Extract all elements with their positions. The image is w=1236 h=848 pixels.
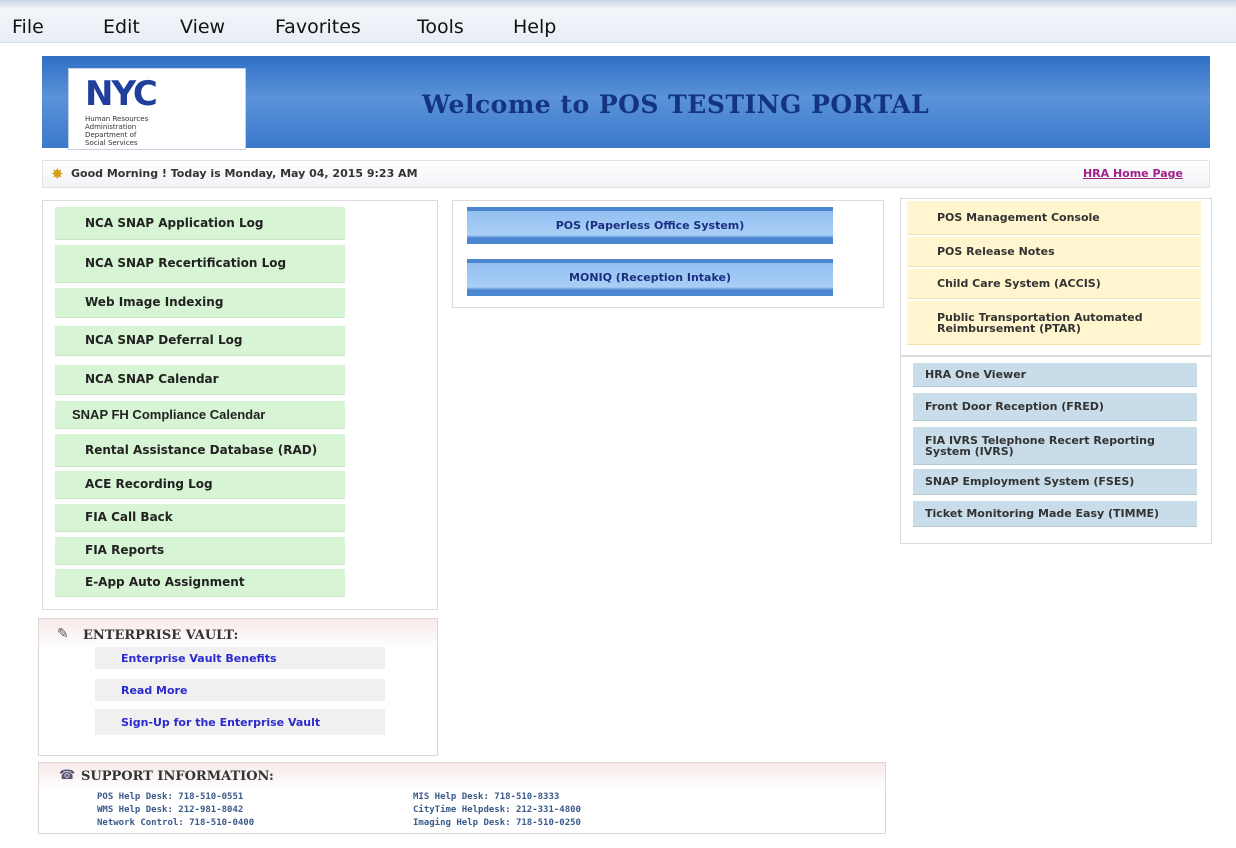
rental-assistance-database-button[interactable]: Rental Assistance Database (RAD): [55, 434, 345, 467]
menu-bar: File Edit View Favorites Tools Help: [0, 0, 1236, 43]
button-label: Public Transportation Automated Reimburs…: [937, 310, 1143, 335]
sun-icon: ✸: [51, 165, 64, 183]
nca-snap-recertification-log-button[interactable]: NCA SNAP Recertification Log: [55, 245, 345, 283]
logo-line: Social Services: [85, 139, 138, 147]
fia-call-back-button[interactable]: FIA Call Back: [55, 504, 345, 532]
button-label: Child Care System (ACCIS): [937, 277, 1101, 290]
button-label: NCA SNAP Recertification Log: [85, 256, 287, 270]
button-label: NCA SNAP Application Log: [85, 215, 264, 230]
pencil-icon: ✎: [57, 626, 69, 642]
greeting-bar: ✸ Good Morning ! Today is Monday, May 04…: [42, 160, 1210, 188]
center-menu-panel: POS (Paperless Office System) MONIQ (Rec…: [452, 200, 884, 308]
fia-ivrs-button[interactable]: FIA IVRS Telephone Recert Reporting Syst…: [913, 427, 1197, 465]
button-label: SNAP Employment System (FSES): [925, 475, 1135, 488]
logo-line: Department of: [85, 131, 137, 139]
header-banner: NYC Human Resources Administration Depar…: [42, 56, 1210, 150]
button-label: Rental Assistance Database (RAD): [85, 442, 318, 457]
nca-snap-calendar-button[interactable]: NCA SNAP Calendar: [55, 365, 345, 395]
support-heading: SUPPORT INFORMATION:: [81, 769, 274, 784]
wms-help-desk-text: WMS Help Desk: 212-981-8042: [97, 805, 244, 815]
snap-employment-system-button[interactable]: SNAP Employment System (FSES): [913, 469, 1197, 495]
menu-favorites[interactable]: Favorites: [275, 16, 361, 38]
hra-home-page-link[interactable]: HRA Home Page: [1083, 167, 1183, 180]
button-label: Web Image Indexing: [85, 295, 224, 309]
pos-paperless-office-system-button[interactable]: POS (Paperless Office System): [467, 207, 833, 244]
button-label: Ticket Monitoring Made Easy (TIMME): [925, 507, 1160, 520]
greeting-text: Good Morning ! Today is Monday, May 04, …: [71, 167, 418, 180]
hra-one-viewer-button[interactable]: HRA One Viewer: [913, 363, 1197, 387]
enterprise-vault-panel: ✎ ENTERPRISE VAULT: Enterprise Vault Ben…: [38, 618, 438, 756]
button-label: POS Release Notes: [937, 245, 1055, 258]
window-edge: [0, 0, 1236, 8]
sign-up-enterprise-vault-link[interactable]: Sign-Up for the Enterprise Vault: [95, 709, 385, 735]
link-label: Read More: [121, 683, 188, 697]
nca-snap-deferral-log-button[interactable]: NCA SNAP Deferral Log: [55, 326, 345, 356]
button-label: E-App Auto Assignment: [85, 575, 245, 589]
button-label: POS Management Console: [937, 211, 1100, 224]
nca-snap-application-log-button[interactable]: NCA SNAP Application Log: [55, 207, 345, 240]
menu-tools[interactable]: Tools: [417, 16, 464, 38]
link-label: Sign-Up for the Enterprise Vault: [121, 715, 321, 729]
ptar-button[interactable]: Public Transportation Automated Reimburs…: [907, 301, 1201, 345]
button-label: Front Door Reception (FRED): [925, 400, 1104, 413]
logo-line: Administration: [85, 123, 137, 131]
menu-view[interactable]: View: [180, 16, 225, 38]
button-label: NCA SNAP Calendar: [85, 372, 219, 386]
nyc-hra-logo: NYC Human Resources Administration Depar…: [68, 68, 246, 150]
front-door-reception-button[interactable]: Front Door Reception (FRED): [913, 393, 1197, 421]
button-label: HRA One Viewer: [925, 368, 1027, 381]
support-information-panel: ☎ SUPPORT INFORMATION: POS Help Desk: 71…: [38, 762, 886, 834]
pos-release-notes-button[interactable]: POS Release Notes: [907, 237, 1201, 267]
support-icon: ☎: [59, 768, 76, 783]
button-label: FIA Call Back: [85, 510, 173, 524]
pos-help-desk-text: POS Help Desk: 718-510-0551: [97, 792, 244, 802]
snap-fh-compliance-calendar-button[interactable]: SNAP FH Compliance Calendar: [55, 401, 345, 429]
link-label: Enterprise Vault Benefits: [121, 651, 277, 665]
ace-recording-log-button[interactable]: ACE Recording Log: [55, 471, 345, 499]
left-menu-panel: NCA SNAP Application Log NCA SNAP Recert…: [42, 200, 438, 610]
enterprise-vault-heading: ENTERPRISE VAULT:: [83, 628, 239, 643]
button-label: SNAP FH Compliance Calendar: [72, 407, 266, 422]
menu-edit[interactable]: Edit: [103, 16, 140, 38]
enterprise-vault-benefits-link[interactable]: Enterprise Vault Benefits: [95, 647, 385, 669]
logo-line: Human Resources: [85, 115, 149, 123]
nyc-logo-mark: NYC: [85, 74, 158, 114]
page-title: Welcome to POS TESTING PORTAL: [422, 90, 930, 119]
citytime-helpdesk-text: CityTime Helpdesk: 212-331-4800: [413, 805, 581, 815]
mis-help-desk-text: MIS Help Desk: 718-510-8333: [413, 792, 560, 802]
right-top-panel: POS Management Console POS Release Notes…: [900, 198, 1212, 356]
pos-management-console-button[interactable]: POS Management Console: [907, 201, 1201, 235]
button-label: FIA IVRS Telephone Recert Reporting Syst…: [925, 433, 1155, 458]
timme-button[interactable]: Ticket Monitoring Made Easy (TIMME): [913, 501, 1197, 527]
button-label: ACE Recording Log: [85, 477, 213, 491]
read-more-link[interactable]: Read More: [95, 679, 385, 701]
moniq-reception-intake-button[interactable]: MONIQ (Reception Intake): [467, 259, 833, 296]
button-label: NCA SNAP Deferral Log: [85, 333, 243, 347]
e-app-auto-assignment-button[interactable]: E-App Auto Assignment: [55, 569, 345, 597]
network-control-text: Network Control: 718-510-0400: [97, 818, 255, 828]
right-bottom-panel: HRA One Viewer Front Door Reception (FRE…: [900, 356, 1212, 544]
imaging-help-desk-text: Imaging Help Desk: 718-510-0250: [413, 818, 581, 828]
menu-help[interactable]: Help: [513, 16, 556, 38]
button-label: FIA Reports: [85, 543, 165, 557]
fia-reports-button[interactable]: FIA Reports: [55, 537, 345, 565]
child-care-system-button[interactable]: Child Care System (ACCIS): [907, 269, 1201, 299]
web-image-indexing-button[interactable]: Web Image Indexing: [55, 288, 345, 318]
menu-file[interactable]: File: [12, 16, 44, 38]
